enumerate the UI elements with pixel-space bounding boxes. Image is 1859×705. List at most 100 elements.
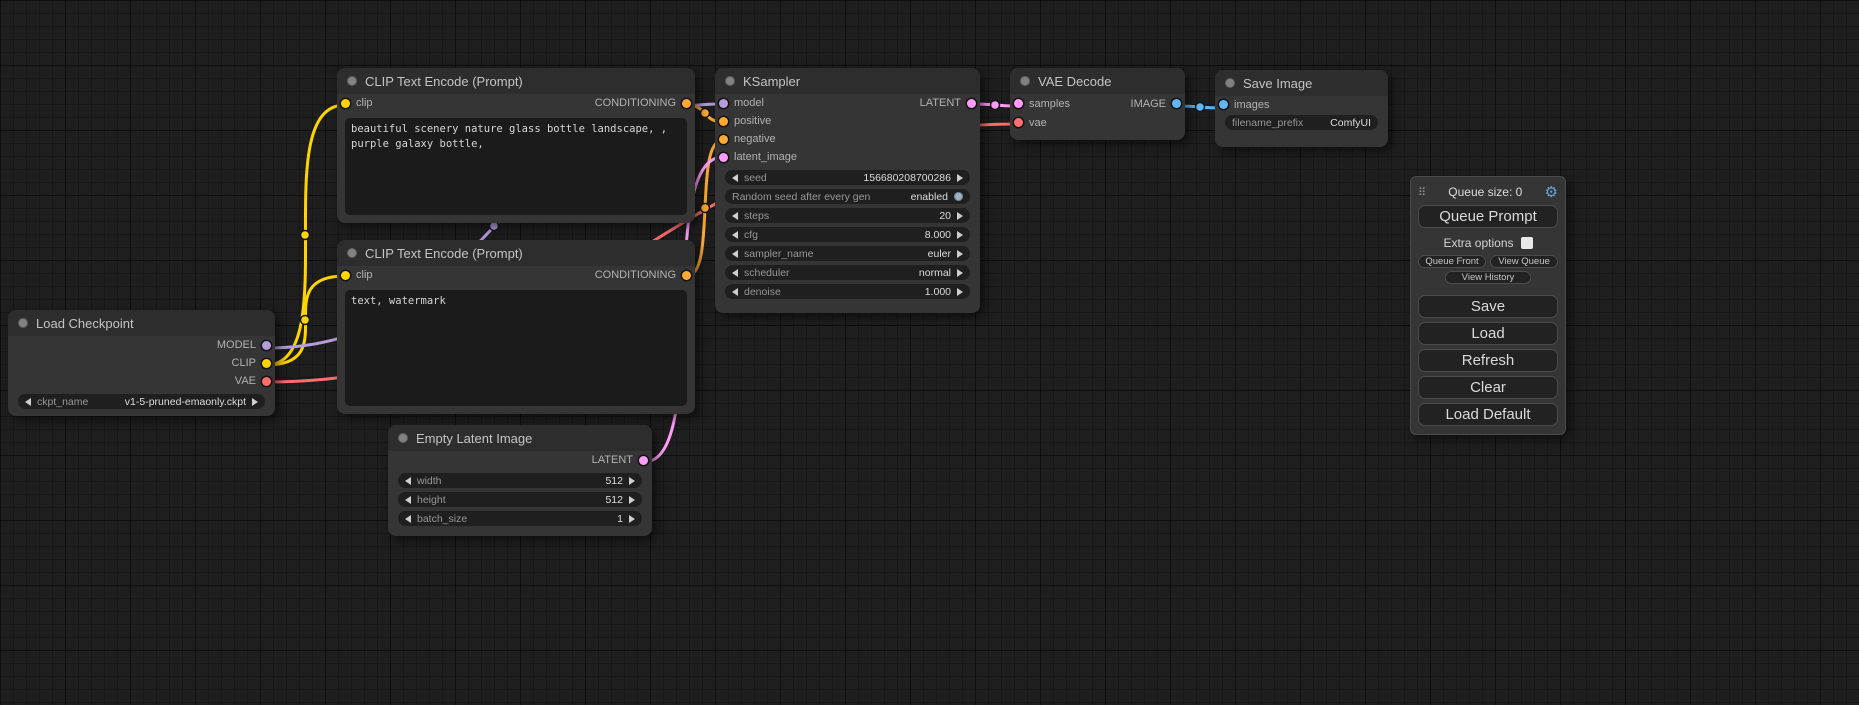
clip-output-dot[interactable] <box>262 359 271 368</box>
output-slot-vae[interactable]: VAE <box>235 375 271 387</box>
collapse-dot-icon[interactable] <box>725 76 735 86</box>
increment-arrow-icon[interactable] <box>629 477 635 485</box>
prompt-text-area[interactable]: text, watermark <box>345 290 687 406</box>
load-default-button[interactable]: Load Default <box>1418 403 1558 426</box>
decrement-arrow-icon[interactable] <box>405 477 411 485</box>
node-clip-text-encode-negative[interactable]: CLIP Text Encode (Prompt) clip CONDITION… <box>337 240 695 414</box>
input-slot-vae[interactable]: vae <box>1014 117 1047 129</box>
node-title-bar[interactable]: Load Checkpoint <box>8 310 275 336</box>
node-title-bar[interactable]: CLIP Text Encode (Prompt) <box>337 68 695 94</box>
increment-arrow-icon[interactable] <box>957 231 963 239</box>
decrement-arrow-icon[interactable] <box>405 515 411 523</box>
increment-arrow-icon[interactable] <box>957 212 963 220</box>
images-input-dot[interactable] <box>1219 100 1228 109</box>
collapse-dot-icon[interactable] <box>347 248 357 258</box>
node-load-checkpoint[interactable]: Load Checkpoint MODEL CLIP VAE ckpt_name… <box>8 310 275 416</box>
node-title-bar[interactable]: KSampler <box>715 68 980 94</box>
output-slot-model[interactable]: MODEL <box>217 339 271 351</box>
cfg-widget[interactable]: cfg 8.000 <box>725 227 970 242</box>
latent-output-dot[interactable] <box>967 99 976 108</box>
height-widget[interactable]: height 512 <box>398 492 642 507</box>
ckpt-name-widget[interactable]: ckpt_name v1-5-pruned-emaonly.ckpt <box>18 394 265 409</box>
toggle-dot-icon[interactable] <box>954 192 963 201</box>
drag-handle-icon[interactable]: ⠿ <box>1418 186 1426 199</box>
clip-input-dot[interactable] <box>341 99 350 108</box>
node-title-bar[interactable]: Empty Latent Image <box>388 425 652 451</box>
increment-arrow-icon[interactable] <box>957 174 963 182</box>
node-ksampler[interactable]: KSampler model LATENT positive negative <box>715 68 980 313</box>
image-output-dot[interactable] <box>1172 99 1181 108</box>
input-slot-negative[interactable]: negative <box>719 133 776 145</box>
increment-arrow-icon[interactable] <box>957 269 963 277</box>
input-slot-samples[interactable]: samples <box>1014 98 1070 110</box>
clear-button[interactable]: Clear <box>1418 376 1558 399</box>
collapse-dot-icon[interactable] <box>1225 78 1235 88</box>
collapse-dot-icon[interactable] <box>398 433 408 443</box>
negative-input-dot[interactable] <box>719 135 728 144</box>
input-slot-positive[interactable]: positive <box>719 115 771 127</box>
width-widget[interactable]: width 512 <box>398 473 642 488</box>
positive-input-dot[interactable] <box>719 117 728 126</box>
collapse-dot-icon[interactable] <box>1020 76 1030 86</box>
input-slot-clip[interactable]: clip <box>341 97 373 109</box>
decrement-arrow-icon[interactable] <box>405 496 411 504</box>
node-title-bar[interactable]: Save Image <box>1215 70 1388 96</box>
output-slot-clip[interactable]: CLIP <box>232 357 271 369</box>
decrement-arrow-icon[interactable] <box>732 231 738 239</box>
decrement-arrow-icon[interactable] <box>732 212 738 220</box>
seed-widget[interactable]: seed 156680208700286 <box>725 170 970 185</box>
collapse-dot-icon[interactable] <box>18 318 28 328</box>
output-slot-latent[interactable]: LATENT <box>592 454 648 466</box>
output-slot-latent[interactable]: LATENT <box>920 97 976 109</box>
denoise-widget[interactable]: denoise 1.000 <box>725 284 970 299</box>
increment-arrow-icon[interactable] <box>957 250 963 258</box>
model-output-dot[interactable] <box>262 341 271 350</box>
prompt-text-area[interactable]: beautiful scenery nature glass bottle la… <box>345 118 687 215</box>
graph-canvas[interactable]: Load Checkpoint MODEL CLIP VAE ckpt_name… <box>0 0 1859 705</box>
output-slot-conditioning[interactable]: CONDITIONING <box>595 269 691 281</box>
node-vae-decode[interactable]: VAE Decode samples IMAGE vae <box>1010 68 1185 140</box>
increment-arrow-icon[interactable] <box>629 515 635 523</box>
decrement-arrow-icon[interactable] <box>25 398 31 406</box>
node-title-bar[interactable]: VAE Decode <box>1010 68 1185 94</box>
filename-prefix-widget[interactable]: filename_prefix ComfyUI <box>1225 115 1378 130</box>
view-queue-button[interactable]: View Queue <box>1490 255 1558 268</box>
conditioning-output-dot[interactable] <box>682 271 691 280</box>
output-slot-conditioning[interactable]: CONDITIONING <box>595 97 691 109</box>
sampler-name-widget[interactable]: sampler_name euler <box>725 246 970 261</box>
random-seed-toggle-widget[interactable]: Random seed after every gen enabled <box>725 189 970 204</box>
decrement-arrow-icon[interactable] <box>732 288 738 296</box>
samples-input-dot[interactable] <box>1014 99 1023 108</box>
model-input-dot[interactable] <box>719 99 728 108</box>
node-empty-latent-image[interactable]: Empty Latent Image LATENT width 512 heig… <box>388 425 652 536</box>
save-button[interactable]: Save <box>1418 295 1558 318</box>
decrement-arrow-icon[interactable] <box>732 269 738 277</box>
increment-arrow-icon[interactable] <box>957 288 963 296</box>
input-slot-model[interactable]: model <box>719 97 764 109</box>
increment-arrow-icon[interactable] <box>252 398 258 406</box>
node-title-bar[interactable]: CLIP Text Encode (Prompt) <box>337 240 695 266</box>
load-button[interactable]: Load <box>1418 322 1558 345</box>
output-slot-image[interactable]: IMAGE <box>1131 98 1181 110</box>
steps-widget[interactable]: steps 20 <box>725 208 970 223</box>
scheduler-widget[interactable]: scheduler normal <box>725 265 970 280</box>
decrement-arrow-icon[interactable] <box>732 174 738 182</box>
latent-output-dot[interactable] <box>639 456 648 465</box>
input-slot-images[interactable]: images <box>1219 99 1269 111</box>
vae-input-dot[interactable] <box>1014 118 1023 127</box>
input-slot-latent-image[interactable]: latent_image <box>719 151 797 163</box>
queue-prompt-button[interactable]: Queue Prompt <box>1418 205 1558 228</box>
collapse-dot-icon[interactable] <box>347 76 357 86</box>
conditioning-output-dot[interactable] <box>682 99 691 108</box>
view-history-button[interactable]: View History <box>1445 271 1532 284</box>
node-save-image[interactable]: Save Image images filename_prefix ComfyU… <box>1215 70 1388 147</box>
vae-output-dot[interactable] <box>262 377 271 386</box>
increment-arrow-icon[interactable] <box>629 496 635 504</box>
batch-size-widget[interactable]: batch_size 1 <box>398 511 642 526</box>
refresh-button[interactable]: Refresh <box>1418 349 1558 372</box>
input-slot-clip[interactable]: clip <box>341 269 373 281</box>
settings-gear-icon[interactable]: ⚙ <box>1545 185 1558 200</box>
queue-front-button[interactable]: Queue Front <box>1418 255 1486 268</box>
decrement-arrow-icon[interactable] <box>732 250 738 258</box>
clip-input-dot[interactable] <box>341 271 350 280</box>
